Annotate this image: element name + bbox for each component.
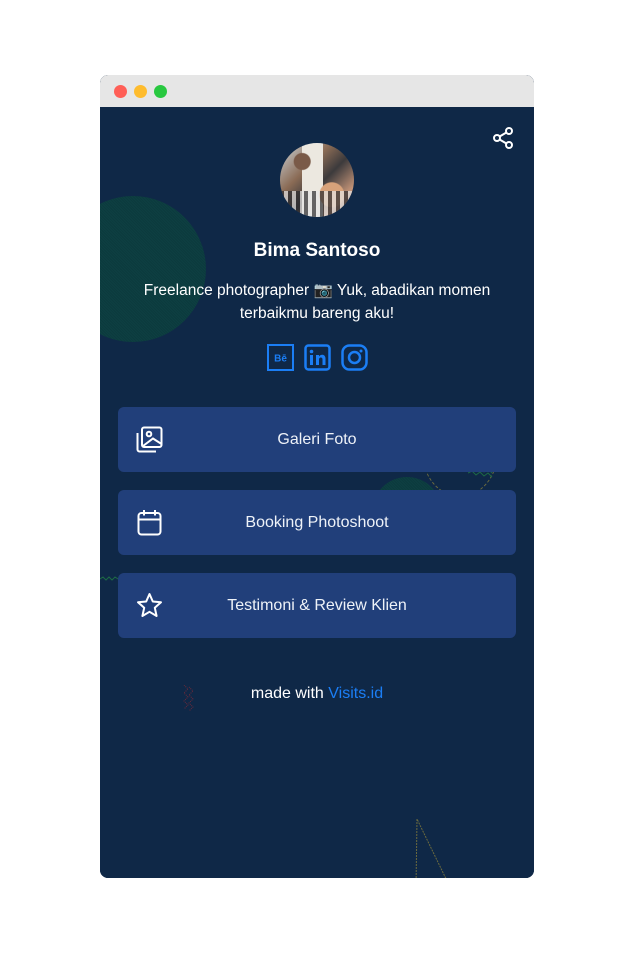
close-window-button[interactable]: [114, 85, 127, 98]
decorative-zigzag: [100, 576, 119, 581]
instagram-link[interactable]: [340, 344, 368, 371]
avatar-photo-detail: [280, 191, 354, 217]
star-icon: [137, 593, 162, 617]
share-icon: [493, 127, 513, 149]
window-titlebar: [100, 75, 534, 107]
profile-page: Bima Santoso Freelance photographer 📷 Yu…: [100, 107, 534, 878]
instagram-icon: [340, 344, 368, 371]
share-button[interactable]: [490, 125, 516, 151]
linkedin-icon: [303, 344, 331, 371]
browser-window: Bima Santoso Freelance photographer 📷 Yu…: [100, 75, 534, 878]
behance-icon: Bē: [266, 344, 294, 371]
visits-link[interactable]: Visits.id: [328, 685, 383, 702]
calendar-icon: [137, 510, 162, 536]
profile-name: Bima Santoso: [253, 240, 381, 261]
profile-bio: Freelance photographer 📷 Yuk, abadikan m…: [143, 282, 491, 322]
avatar: [280, 143, 354, 217]
decorative-triangle: [415, 818, 447, 878]
link-testimoni-review[interactable]: Testimoni & Review Klien: [118, 573, 516, 638]
linkedin-link[interactable]: [303, 344, 331, 371]
maximize-window-button[interactable]: [154, 85, 167, 98]
svg-text:Bē: Bē: [274, 354, 287, 365]
footer-prefix: made with: [250, 685, 324, 702]
link-list: Galeri Foto Booking Photoshoot Testimoni…: [118, 407, 516, 656]
footer: made with Visits.id: [100, 685, 534, 703]
minimize-window-button[interactable]: [134, 85, 147, 98]
social-links: Bē: [100, 344, 534, 371]
link-galeri-foto[interactable]: Galeri Foto: [118, 407, 516, 472]
link-label: Booking Photoshoot: [245, 513, 389, 531]
link-booking-photoshoot[interactable]: Booking Photoshoot: [118, 490, 516, 555]
behance-link[interactable]: Bē: [266, 344, 294, 371]
link-label: Testimoni & Review Klien: [227, 596, 407, 614]
link-label: Galeri Foto: [277, 430, 357, 448]
gallery-icon: [136, 426, 163, 453]
